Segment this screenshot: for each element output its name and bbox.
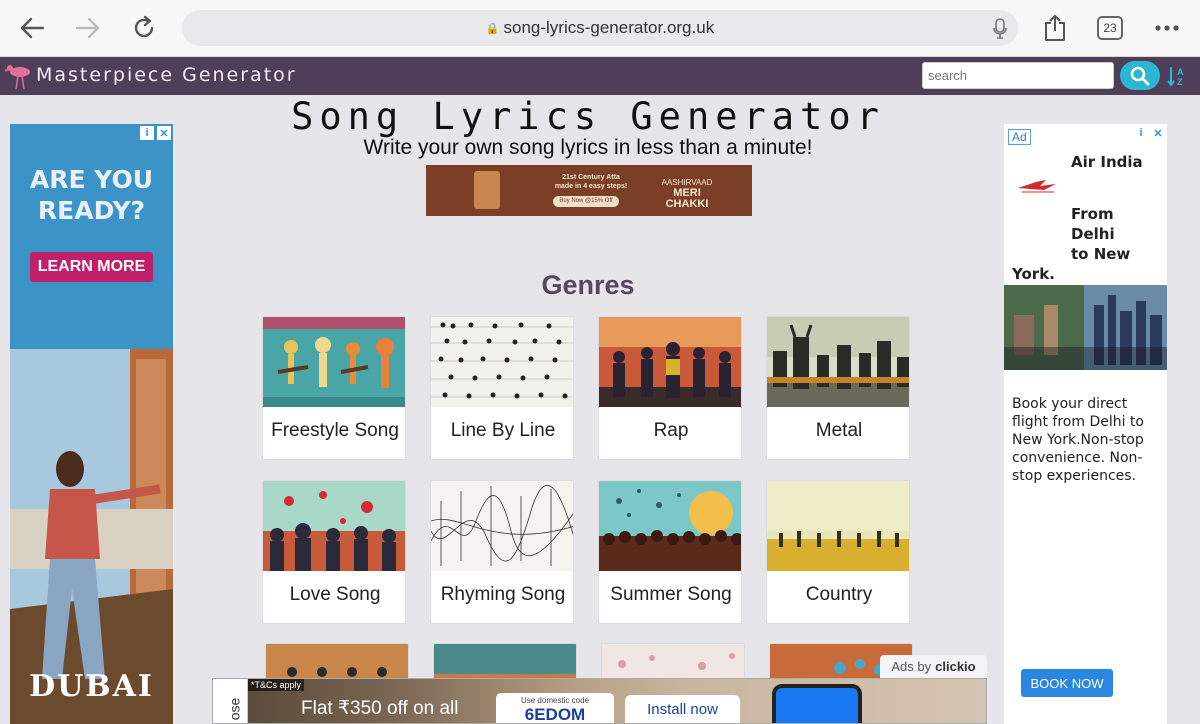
share-icon[interactable] <box>1039 12 1071 44</box>
book-now-button[interactable]: BOOK NOW <box>1021 669 1113 697</box>
ad-subtitle: From Delhi to New York. <box>1012 204 1162 284</box>
svg-text:A: A <box>1177 67 1184 77</box>
terms-note: *T&Cs apply <box>248 679 305 691</box>
ads-by-text: Ads by <box>891 659 932 674</box>
genre-card-metal[interactable]: Metal <box>766 316 910 460</box>
install-now-button[interactable]: Install now <box>625 695 740 723</box>
ad-subtitle-line-2: to New <box>1071 245 1131 263</box>
genre-card-country[interactable]: Country <box>766 480 910 624</box>
rhyming-song-image <box>431 481 573 571</box>
ad-badge: Ad <box>1008 129 1031 145</box>
tab-count-button[interactable]: 23 <box>1097 16 1123 40</box>
ads-by-clickio-label[interactable]: Ads by clickio <box>880 655 987 678</box>
banner-ad-line-2: made in 4 easy steps! <box>554 183 628 190</box>
lock-icon: 🔒 <box>485 22 500 35</box>
air-india-logo-icon <box>1016 176 1060 196</box>
rap-image <box>599 317 741 407</box>
forward-arrow-icon[interactable] <box>72 12 104 44</box>
page-title: Song Lyrics Generator <box>291 95 885 138</box>
promo-code-box: Use domestic code 6EDOM <box>496 693 614 724</box>
phone-image <box>772 684 862 723</box>
left-advertisement[interactable]: i ✕ ARE YOU READY? LEARN MORE DUBAI <box>10 124 173 724</box>
banner-brand-bottom: MERI CHAKKI <box>665 187 709 210</box>
site-header: Masterpiece Generator AZ <box>0 57 1200 95</box>
genre-label: Summer Song <box>610 584 732 605</box>
genre-card-summer-song[interactable]: Summer Song <box>598 480 742 624</box>
genre-label: Metal <box>815 420 863 441</box>
genre-label: Rap <box>653 420 689 441</box>
search-button[interactable] <box>1120 61 1160 90</box>
close-label: ose <box>226 697 243 721</box>
ad-subtitle-line-1: From Delhi <box>1071 205 1115 243</box>
sort-az-icon[interactable]: AZ <box>1166 64 1190 88</box>
microphone-icon[interactable] <box>992 18 1008 45</box>
browser-toolbar: 🔒 song-lyrics-generator.org.uk 23 <box>0 0 1200 57</box>
freestyle-song-image <box>263 317 405 407</box>
site-name[interactable]: Masterpiece Generator <box>36 64 297 86</box>
promo-line: Use domestic code <box>520 696 590 705</box>
promo-code: 6EDOM <box>524 705 586 724</box>
genre-card-love-song[interactable]: Love Song <box>262 480 406 624</box>
reload-icon[interactable] <box>128 12 160 44</box>
genre-label: Freestyle Song <box>271 420 399 441</box>
love-song-image <box>263 481 405 571</box>
ad-headline-line-1: ARE YOU <box>29 165 154 194</box>
close-icon[interactable]: ✕ <box>157 126 171 140</box>
bottom-ad-banner[interactable]: *T&Cs apply Flat ₹350 off on all Use dom… <box>248 679 986 724</box>
genre-card-rap[interactable]: Rap <box>598 316 742 460</box>
atta-package-image <box>474 171 500 209</box>
ad-background <box>10 124 173 349</box>
buy-now-button[interactable]: Buy Now @15% Off <box>553 196 619 207</box>
ad-photo <box>10 349 173 724</box>
ad-title: Air India <box>1071 153 1143 171</box>
close-icon[interactable]: ✕ <box>1151 126 1165 140</box>
close-ad-tab[interactable]: ose <box>213 679 248 723</box>
genres-heading: Genres <box>541 270 635 300</box>
banner-ad-text: 21st Century Atta made in 4 easy steps! <box>546 173 636 191</box>
banner-advertisement[interactable]: 21st Century Atta made in 4 easy steps! … <box>426 165 752 216</box>
genre-card-line-by-line[interactable]: Line By Line <box>430 316 574 460</box>
offer-text: Flat ₹350 off on all <box>301 698 459 719</box>
info-icon[interactable]: i <box>140 126 154 140</box>
genre-card-rhyming-song[interactable]: Rhyming Song <box>430 480 574 624</box>
svg-text:Z: Z <box>1177 77 1183 87</box>
genre-label: Rhyming Song <box>440 584 566 605</box>
ad-subtitle-line-3: York. <box>1012 265 1055 283</box>
ad-choices[interactable]: i ✕ <box>140 126 171 140</box>
page-subtitle: Write your own song lyrics in less than … <box>363 136 813 159</box>
search-input[interactable] <box>922 62 1114 89</box>
ad-brand: DUBAI <box>29 669 154 704</box>
bottom-sticky-advertisement[interactable]: ose *T&Cs apply Flat ₹350 off on all Use… <box>212 678 987 724</box>
flamingo-logo-icon[interactable] <box>4 61 34 91</box>
url-text: song-lyrics-generator.org.uk <box>503 18 715 37</box>
banner-ad-brand: AASHIRVAAD MERI CHAKKI <box>652 177 722 210</box>
ad-choices[interactable]: i ✕ <box>1134 126 1165 140</box>
line-by-line-image <box>431 317 573 407</box>
learn-more-button[interactable]: LEARN MORE <box>30 252 153 282</box>
genre-label: Love Song <box>289 584 381 605</box>
summer-song-image <box>599 481 741 571</box>
country-image <box>767 481 909 571</box>
genre-label: Country <box>805 584 873 605</box>
right-advertisement[interactable]: Ad i ✕ Air India From Delhi to New York. … <box>1004 124 1167 724</box>
genre-card-freestyle-song[interactable]: Freestyle Song <box>262 316 406 460</box>
back-arrow-icon[interactable] <box>16 12 48 44</box>
ad-headline: ARE YOU READY? <box>10 164 173 226</box>
ads-brand: clickio <box>935 659 976 674</box>
address-bar[interactable]: 🔒 song-lyrics-generator.org.uk <box>182 10 1018 46</box>
more-options-icon[interactable] <box>1151 12 1183 44</box>
search-icon <box>1130 66 1150 85</box>
info-icon[interactable]: i <box>1134 126 1148 140</box>
ad-body: Book your direct flight from Delhi to Ne… <box>1012 396 1144 484</box>
genre-label: Line By Line <box>450 420 556 441</box>
metal-image <box>767 317 909 407</box>
ad-headline-line-2: READY? <box>37 196 146 225</box>
ad-city-photo <box>1004 285 1167 370</box>
banner-ad-line-1: 21st Century Atta <box>562 174 620 181</box>
